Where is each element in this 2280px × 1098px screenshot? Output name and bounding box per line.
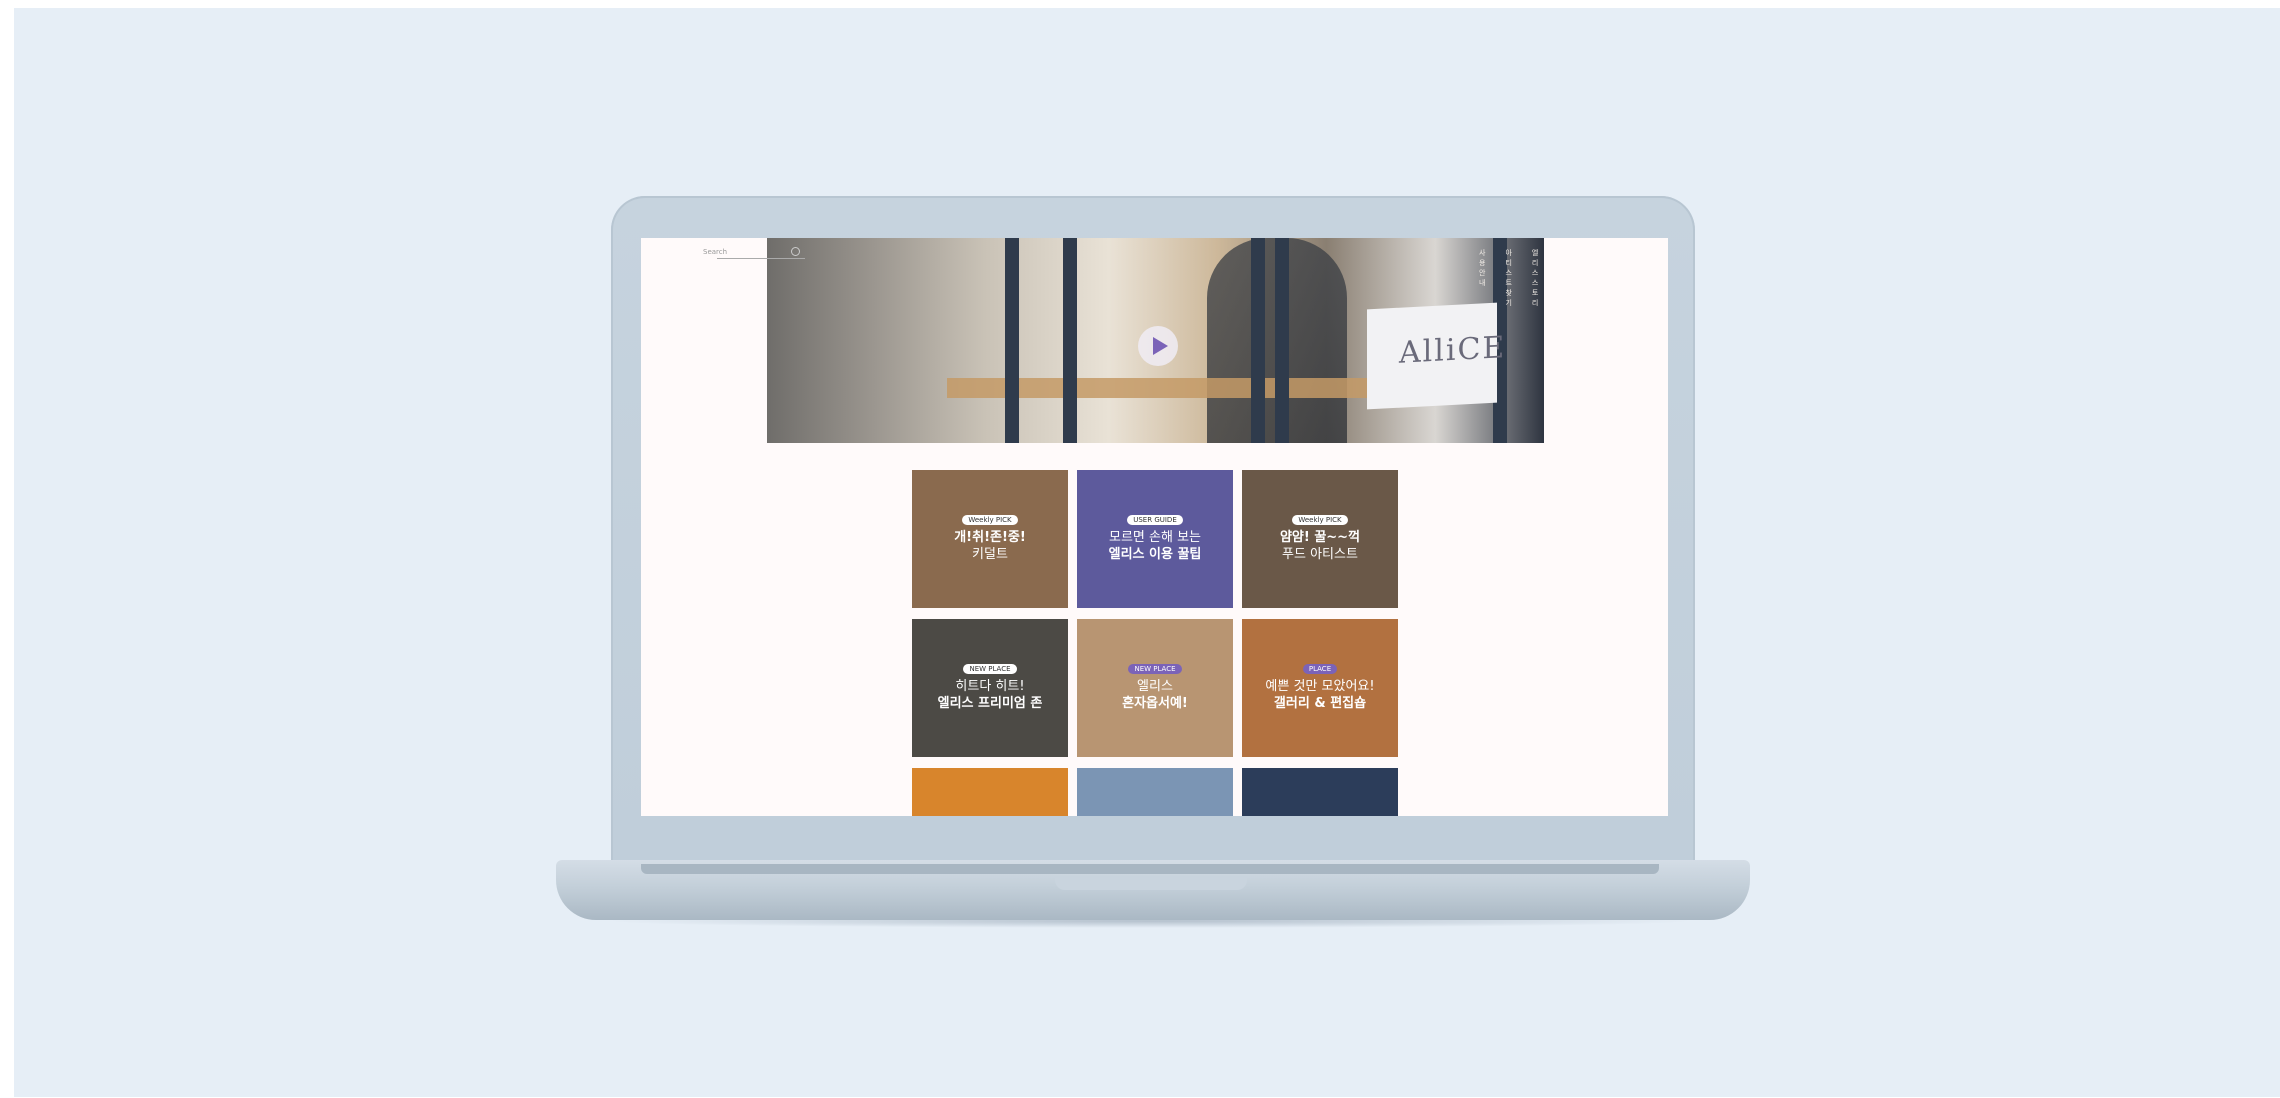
- tile-card[interactable]: NEW PLACE 엘리스 혼자옵서예!: [1077, 619, 1233, 757]
- hero-post: [1275, 238, 1289, 443]
- tile-card-partial[interactable]: [1242, 768, 1398, 816]
- tile-subtitle: 갤러리 & 편집숍: [1273, 696, 1367, 711]
- tile-subtitle: 혼자옵서예!: [1122, 696, 1188, 711]
- tile-badge: NEW PLACE: [963, 664, 1017, 674]
- tile-title: 엘리스: [1137, 679, 1173, 694]
- hero-post: [1063, 238, 1077, 443]
- tile-subtitle: 키덜트: [972, 547, 1008, 562]
- tile-badge: USER GUIDE: [1127, 515, 1183, 525]
- top-nav: 사용안내 아티스트 찾기 엘리스 스토리 오피: [1479, 248, 1544, 308]
- hero-sign-text: AlliCE: [1399, 330, 1507, 371]
- hero-post: [1251, 238, 1265, 443]
- tile-card[interactable]: USER GUIDE 모르면 손해 보는 엘리스 이용 꿀팁: [1077, 470, 1233, 608]
- tile-title: 개!취!존!중!: [954, 530, 1026, 545]
- tile-title: 예쁜 것만 모았어요!: [1265, 679, 1375, 694]
- nav-item[interactable]: 아티스트 찾기: [1505, 248, 1511, 308]
- tile-subtitle: 엘리스 프리미엄 존: [937, 696, 1043, 711]
- hero-video[interactable]: AlliCE 사용안내 아티스트 찾기 엘리스 스토리 오피: [767, 238, 1544, 443]
- laptop-notch: [1055, 876, 1247, 890]
- tile-subtitle: 엘리스 이용 꿀팁: [1108, 547, 1202, 562]
- search-input[interactable]: Search: [703, 248, 727, 256]
- hero-sign: AlliCE: [1367, 302, 1506, 410]
- tile-subtitle: 푸드 아티스트: [1282, 547, 1358, 562]
- nav-item[interactable]: 엘리스 스토리: [1532, 248, 1538, 308]
- tile-card[interactable]: PLACE 예쁜 것만 모았어요! 갤러리 & 편집숍: [1242, 619, 1398, 757]
- tile-badge: NEW PLACE: [1128, 664, 1182, 674]
- tile-badge: Weekly PICK: [1292, 515, 1348, 525]
- tile-card[interactable]: Weekly PICK 얌얌! 꿀~~꺽 푸드 아티스트: [1242, 470, 1398, 608]
- tile-title: 히트다 히트!: [955, 679, 1025, 694]
- tile-card-partial[interactable]: [1077, 768, 1233, 816]
- tile-badge: PLACE: [1302, 664, 1338, 674]
- tile-badge: Weekly PICK: [962, 515, 1018, 525]
- laptop-screen: AlliCE 사용안내 아티스트 찾기 엘리스 스토리 오피 Search We…: [641, 238, 1668, 816]
- hero-post: [1005, 238, 1019, 443]
- tile-card-partial[interactable]: [912, 768, 1068, 816]
- tile-card[interactable]: Weekly PICK 개!취!존!중! 키덜트: [912, 470, 1068, 608]
- tile-card[interactable]: NEW PLACE 히트다 히트! 엘리스 프리미엄 존: [912, 619, 1068, 757]
- search-icon[interactable]: [791, 247, 800, 256]
- play-icon[interactable]: [1138, 326, 1178, 366]
- tile-title: 얌얌! 꿀~~꺽: [1279, 530, 1361, 545]
- nav-item[interactable]: 사용안내: [1479, 248, 1485, 308]
- search-underline: [717, 258, 805, 259]
- laptop-hinge: [641, 864, 1659, 874]
- tile-title: 모르면 손해 보는: [1109, 530, 1201, 545]
- tile-grid: Weekly PICK 개!취!존!중! 키덜트 USER GUIDE 모르면 …: [912, 470, 1399, 816]
